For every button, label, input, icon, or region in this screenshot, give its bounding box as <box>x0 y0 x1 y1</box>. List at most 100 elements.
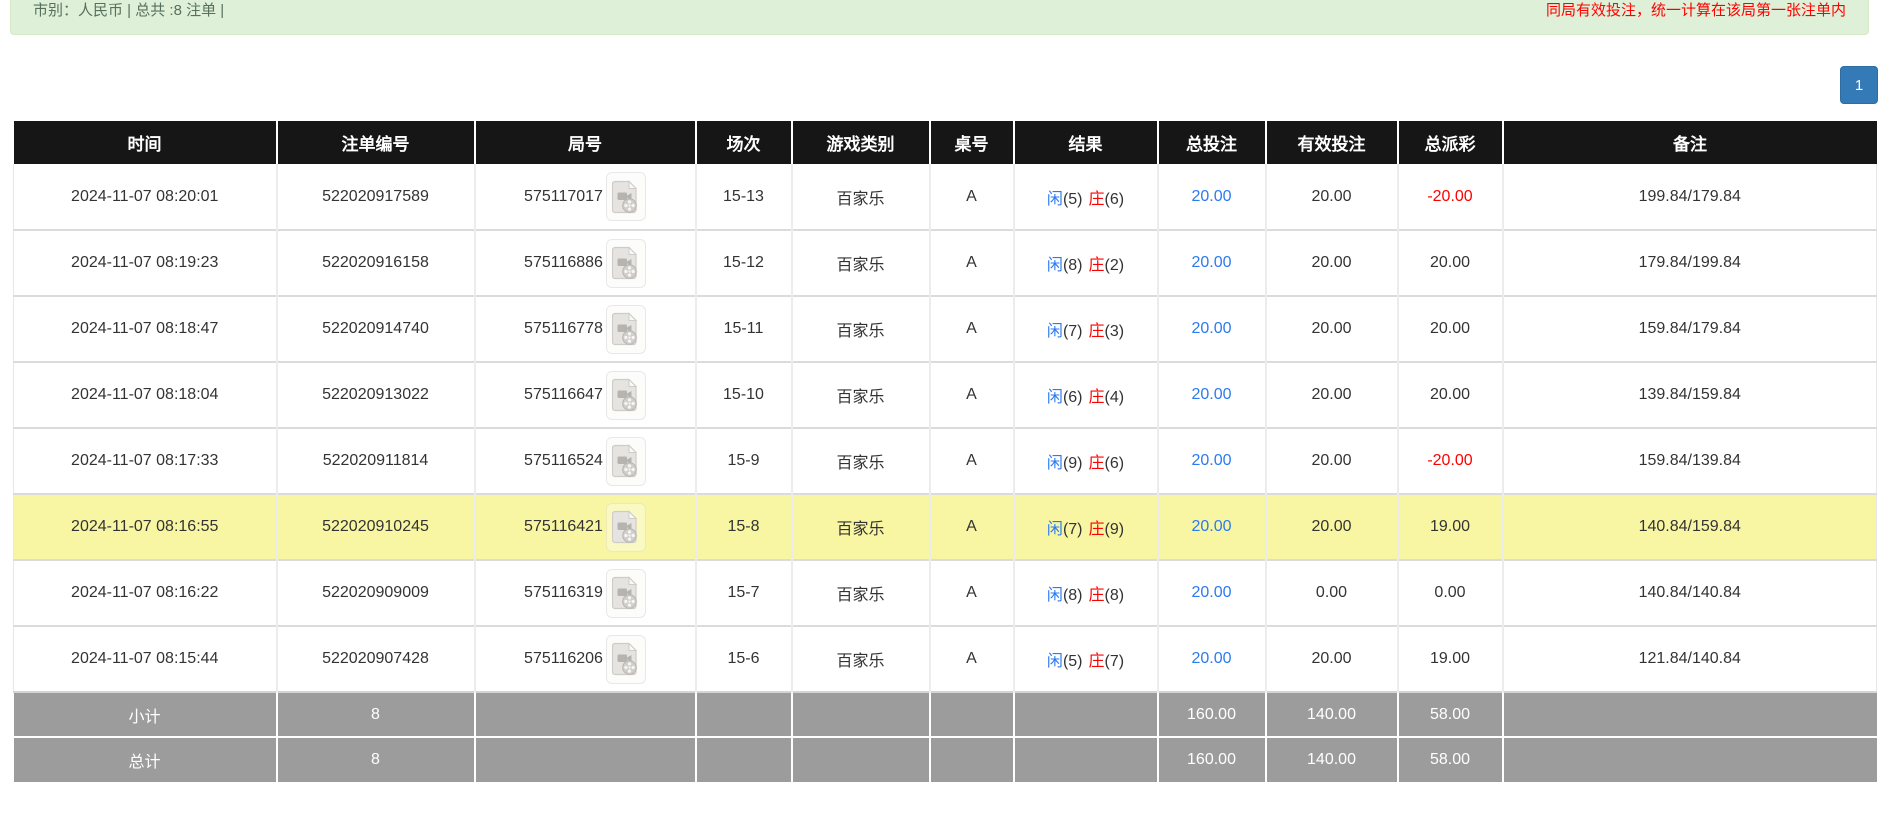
total-bet-link[interactable]: 20.00 <box>1191 320 1231 337</box>
total-bet-link[interactable]: 20.00 <box>1191 584 1231 601</box>
result-banker-label: 庄 <box>1089 323 1105 340</box>
total-row-payout: 58.00 <box>1398 737 1503 782</box>
cell-bet-id: 522020913022 <box>277 362 475 428</box>
cell-round-id: 575116206 <box>475 626 696 692</box>
total-bet-link[interactable]: 20.00 <box>1191 518 1231 535</box>
total-bet-link[interactable]: 20.00 <box>1191 188 1231 205</box>
video-replay-button[interactable] <box>606 305 646 354</box>
cell-session: 15-13 <box>696 164 792 230</box>
video-replay-button[interactable] <box>606 239 646 288</box>
cell-payout: 20.00 <box>1398 362 1503 428</box>
cell-payout: -20.00 <box>1398 164 1503 230</box>
result-banker-score: (9) <box>1105 521 1125 538</box>
subtotal-row-empty <box>696 692 792 737</box>
column-header: 游戏类别 <box>792 121 930 164</box>
round-id-text: 575116421 <box>524 518 603 536</box>
cell-game-type: 百家乐 <box>792 164 930 230</box>
cell-table-no: A <box>930 428 1014 494</box>
round-id-wrap: 575116778 <box>477 305 694 354</box>
result-banker-score: (7) <box>1105 653 1125 670</box>
cell-result: 闲(5)庄(7) <box>1014 626 1158 692</box>
result-player-score: (7) <box>1063 323 1083 340</box>
cell-table-no: A <box>930 230 1014 296</box>
column-header: 注单编号 <box>277 121 475 164</box>
cell-payout: 20.00 <box>1398 296 1503 362</box>
total-row-count: 8 <box>277 737 475 782</box>
total-row-valid-bet: 140.00 <box>1266 737 1398 782</box>
total-row-label: 总计 <box>14 737 277 782</box>
cell-time: 2024-11-07 08:16:55 <box>14 494 277 560</box>
round-id-text: 575116206 <box>524 650 603 668</box>
pagination: 1 <box>0 66 1878 104</box>
table-row: 2024-11-07 08:16:55522020910245575116421… <box>14 494 1877 560</box>
total-bet-link[interactable]: 20.00 <box>1191 386 1231 403</box>
column-header: 有效投注 <box>1266 121 1398 164</box>
column-header: 时间 <box>14 121 277 164</box>
video-replay-button[interactable] <box>606 635 646 684</box>
cell-remark: 199.84/179.84 <box>1503 164 1877 230</box>
table-body: 2024-11-07 08:20:01522020917589575117017… <box>14 164 1877 692</box>
total-row: 总计8160.00140.0058.00 <box>14 737 1877 782</box>
total-bet-link[interactable]: 20.00 <box>1191 452 1231 469</box>
result-banker-label: 庄 <box>1089 389 1105 406</box>
header-row: 时间注单编号局号场次游戏类别桌号结果总投注有效投注总派彩备注 <box>14 121 1877 164</box>
cell-bet-id: 522020911814 <box>277 428 475 494</box>
total-bet-link[interactable]: 20.00 <box>1191 254 1231 271</box>
video-file-icon <box>612 246 639 280</box>
result-player-score: (9) <box>1063 455 1083 472</box>
result-banker-label: 庄 <box>1089 191 1105 208</box>
cell-table-no: A <box>930 560 1014 626</box>
round-id-wrap: 575116524 <box>477 437 694 486</box>
video-replay-button[interactable] <box>606 172 646 221</box>
cell-time: 2024-11-07 08:16:22 <box>14 560 277 626</box>
total-row-empty <box>475 737 696 782</box>
cell-result: 闲(8)庄(8) <box>1014 560 1158 626</box>
subtotal-row-total-bet: 160.00 <box>1158 692 1266 737</box>
result-player-label: 闲 <box>1047 323 1063 340</box>
round-id-text: 575116524 <box>524 452 603 470</box>
cell-bet-id: 522020916158 <box>277 230 475 296</box>
total-row-empty <box>1014 737 1158 782</box>
video-replay-button[interactable] <box>606 437 646 486</box>
cell-total-bet: 20.00 <box>1158 362 1266 428</box>
result-player-score: (7) <box>1063 521 1083 538</box>
cell-total-bet: 20.00 <box>1158 296 1266 362</box>
subtotal-row-payout: 58.00 <box>1398 692 1503 737</box>
cell-payout: -20.00 <box>1398 428 1503 494</box>
cell-round-id: 575116421 <box>475 494 696 560</box>
column-header: 总派彩 <box>1398 121 1503 164</box>
result-player-score: (5) <box>1063 191 1083 208</box>
cell-round-id: 575117017 <box>475 164 696 230</box>
round-id-wrap: 575116206 <box>477 635 694 684</box>
cell-session: 15-10 <box>696 362 792 428</box>
video-file-icon <box>612 444 639 478</box>
pagination-page-1[interactable]: 1 <box>1840 66 1878 104</box>
cell-round-id: 575116886 <box>475 230 696 296</box>
cell-valid-bet: 20.00 <box>1266 362 1398 428</box>
cell-remark: 159.84/139.84 <box>1503 428 1877 494</box>
cell-valid-bet: 20.00 <box>1266 164 1398 230</box>
subtotal-row-count: 8 <box>277 692 475 737</box>
cell-table-no: A <box>930 296 1014 362</box>
result-banker-score: (6) <box>1105 191 1125 208</box>
cell-payout: 19.00 <box>1398 494 1503 560</box>
round-id-text: 575117017 <box>524 188 603 206</box>
video-replay-button[interactable] <box>606 371 646 420</box>
cell-valid-bet: 20.00 <box>1266 494 1398 560</box>
cell-result: 闲(9)庄(6) <box>1014 428 1158 494</box>
video-replay-button[interactable] <box>606 503 646 552</box>
subtotal-row-empty <box>792 692 930 737</box>
video-file-icon <box>612 378 639 412</box>
result-player-label: 闲 <box>1047 191 1063 208</box>
cell-game-type: 百家乐 <box>792 362 930 428</box>
table-header: 时间注单编号局号场次游戏类别桌号结果总投注有效投注总派彩备注 <box>14 121 1877 164</box>
cell-table-no: A <box>930 626 1014 692</box>
cell-round-id: 575116319 <box>475 560 696 626</box>
table-row: 2024-11-07 08:16:22522020909009575116319… <box>14 560 1877 626</box>
total-bet-link[interactable]: 20.00 <box>1191 650 1231 667</box>
cell-total-bet: 20.00 <box>1158 494 1266 560</box>
video-replay-button[interactable] <box>606 569 646 618</box>
valid-bet-rule-note: 同局有效投注，统一计算在该局第一张注单内 <box>1546 0 1846 20</box>
cell-table-no: A <box>930 494 1014 560</box>
result-banker-label: 庄 <box>1089 587 1105 604</box>
